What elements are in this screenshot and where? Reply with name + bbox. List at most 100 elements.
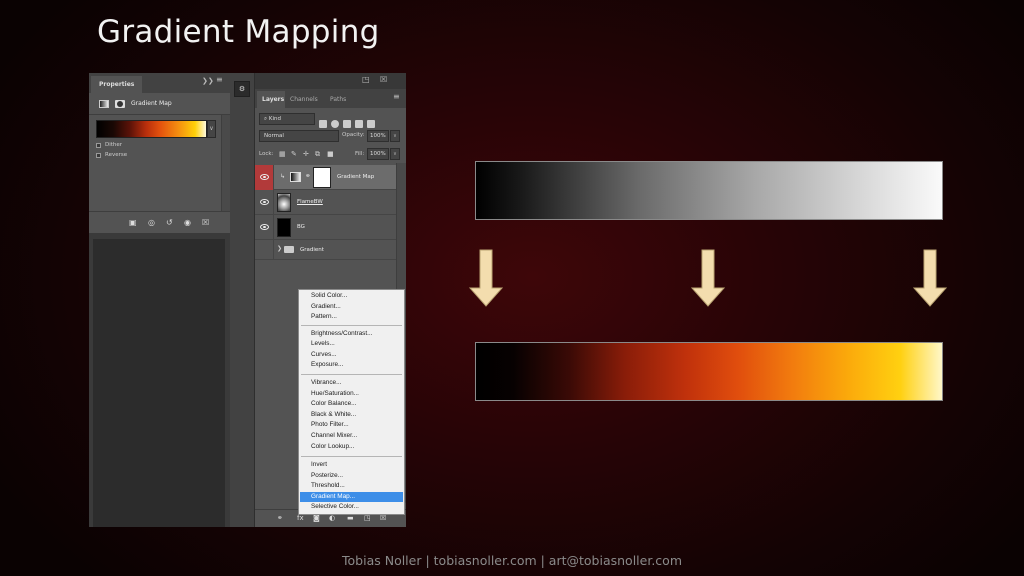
menu-separator bbox=[301, 325, 402, 326]
gradient-map-thumbnail-icon[interactable] bbox=[290, 172, 301, 182]
lock-artboard-icon[interactable]: ⧉ bbox=[315, 150, 320, 159]
clip-arrow-icon: ↳ bbox=[280, 173, 286, 180]
tab-channels[interactable]: Channels bbox=[290, 91, 318, 108]
layer-mask-thumbnail[interactable] bbox=[313, 167, 331, 188]
clip-to-layer-icon[interactable]: ▣ bbox=[129, 218, 137, 227]
blend-mode-dropdown[interactable]: Normal bbox=[259, 130, 339, 142]
fill-slider-toggle[interactable]: ∨ bbox=[390, 148, 400, 160]
lock-all-icon[interactable]: ■ bbox=[327, 150, 334, 158]
link-layers-icon[interactable]: ⚭ bbox=[277, 514, 283, 522]
menu-item-color-balance[interactable]: Color Balance... bbox=[300, 399, 403, 410]
photoshop-screenshot: Properties ❯❯ ≡ Gradient Map ∨ Dither Re… bbox=[89, 73, 406, 527]
layer-row-flamebw[interactable]: FlameBW bbox=[255, 190, 396, 215]
reset-icon[interactable]: ↺ bbox=[166, 218, 173, 227]
new-layer-icon[interactable]: ◳ bbox=[364, 514, 371, 522]
folder-icon bbox=[284, 246, 294, 253]
menu-item-gradient-map[interactable]: Gradient Map... bbox=[300, 491, 403, 503]
layers-tabbar: Layers Channels Paths ≡ bbox=[255, 89, 406, 108]
layer-name[interactable]: Gradient bbox=[300, 247, 324, 253]
opacity-slider-toggle[interactable]: ∨ bbox=[390, 130, 400, 142]
panel-dock-strip: ⚙ bbox=[230, 73, 255, 527]
menu-item-curves[interactable]: Curves... bbox=[300, 350, 403, 361]
opacity-input[interactable]: 100% bbox=[367, 130, 389, 142]
visibility-toggle[interactable] bbox=[255, 165, 274, 190]
layer-name[interactable]: Gradient Map bbox=[337, 174, 374, 180]
menu-item-selective-color[interactable]: Selective Color... bbox=[300, 502, 403, 513]
trash-icon[interactable]: ☒ bbox=[202, 218, 209, 227]
reverse-checkbox[interactable] bbox=[96, 153, 101, 158]
properties-scrollbar[interactable] bbox=[221, 115, 230, 211]
gradient-preview-swatch[interactable] bbox=[96, 120, 207, 138]
menu-separator bbox=[301, 374, 402, 375]
tab-paths[interactable]: Paths bbox=[330, 91, 346, 108]
layer-row-gradient-map[interactable]: ↳ ⚭ Gradient Map bbox=[255, 165, 396, 190]
bg-thumbnail[interactable] bbox=[277, 218, 291, 237]
layer-style-icon[interactable]: fx bbox=[297, 514, 304, 522]
panel-menu-icon[interactable]: ≡ bbox=[216, 75, 223, 84]
menu-item-levels[interactable]: Levels... bbox=[300, 339, 403, 350]
trash-icon[interactable]: ☒ bbox=[380, 75, 387, 84]
visibility-eye-icon[interactable]: ◉ bbox=[184, 218, 191, 227]
properties-panel: Properties ❯❯ ≡ Gradient Map ∨ Dither Re… bbox=[89, 73, 230, 527]
layer-name[interactable]: BG bbox=[297, 224, 305, 230]
new-group-icon[interactable]: ▬ bbox=[347, 514, 354, 522]
fill-input[interactable]: 100% bbox=[367, 148, 389, 160]
lock-transparent-icon[interactable]: ▦ bbox=[279, 150, 286, 158]
grayscale-gradient-bar bbox=[475, 161, 943, 220]
smart-object-filter-icon[interactable] bbox=[367, 120, 375, 128]
menu-item-gradient[interactable]: Gradient... bbox=[300, 302, 403, 313]
lock-position-icon[interactable]: ✛ bbox=[303, 150, 309, 158]
down-arrow-icon bbox=[912, 249, 948, 307]
dither-checkbox[interactable] bbox=[96, 143, 101, 148]
fire-gradient-bar bbox=[475, 342, 943, 401]
chain-link-icon[interactable]: ⚭ bbox=[305, 172, 311, 180]
properties-dock-icon[interactable]: ⚙ bbox=[234, 81, 250, 97]
down-arrow-icon bbox=[690, 249, 726, 307]
menu-item-color-lookup[interactable]: Color Lookup... bbox=[300, 442, 403, 453]
layer-row-gradient-group[interactable]: ❯ Gradient bbox=[255, 240, 396, 260]
layer-row-bg[interactable]: BG bbox=[255, 215, 396, 240]
menu-item-vibrance[interactable]: Vibrance... bbox=[300, 378, 403, 389]
filter-kind-dropdown[interactable]: ⌕ Kind bbox=[259, 113, 315, 125]
menu-item-pattern[interactable]: Pattern... bbox=[300, 312, 403, 323]
panel-menu-icon[interactable]: ≡ bbox=[393, 92, 400, 101]
visibility-toggle[interactable] bbox=[255, 190, 274, 215]
slide-footer: Tobias Noller | tobiasnoller.com | art@t… bbox=[342, 553, 682, 568]
view-previous-state-icon[interactable]: ◎ bbox=[148, 218, 155, 227]
new-document-icon[interactable]: ◳ bbox=[362, 75, 370, 84]
trash-icon[interactable]: ☒ bbox=[380, 514, 386, 522]
menu-item-invert[interactable]: Invert bbox=[300, 460, 403, 471]
menu-item-hue-saturation[interactable]: Hue/Saturation... bbox=[300, 389, 403, 400]
type-filter-icon[interactable] bbox=[343, 120, 351, 128]
pixel-filter-icon[interactable] bbox=[319, 120, 327, 128]
flame-thumbnail[interactable] bbox=[277, 193, 291, 212]
menu-item-solid-color[interactable]: Solid Color... bbox=[300, 291, 403, 302]
shape-filter-icon[interactable] bbox=[355, 120, 363, 128]
reverse-label: Reverse bbox=[105, 152, 128, 158]
menu-item-exposure[interactable]: Exposure... bbox=[300, 360, 403, 371]
tab-properties[interactable]: Properties bbox=[91, 76, 143, 93]
slide-title: Gradient Mapping bbox=[97, 14, 380, 50]
menu-item-threshold[interactable]: Threshold... bbox=[300, 481, 403, 492]
layer-mask-icon[interactable] bbox=[115, 100, 125, 108]
tab-layers[interactable]: Layers bbox=[257, 91, 285, 108]
down-arrow-icon bbox=[468, 249, 504, 307]
visibility-toggle[interactable] bbox=[255, 215, 274, 240]
gradient-picker-dropdown[interactable]: ∨ bbox=[207, 120, 216, 138]
menu-item-posterize[interactable]: Posterize... bbox=[300, 471, 403, 482]
menu-item-brightness-contrast[interactable]: Brightness/Contrast... bbox=[300, 329, 403, 340]
layers-top-strip: ◳ ☒ bbox=[255, 73, 406, 89]
chevron-right-icon[interactable]: ❯ bbox=[277, 245, 282, 252]
fill-label: Fill: bbox=[355, 151, 365, 157]
new-adjustment-layer-icon[interactable]: ◐ bbox=[329, 514, 335, 522]
gradient-map-adjustment-icon[interactable] bbox=[99, 100, 109, 108]
collapse-icon[interactable]: ❯❯ bbox=[202, 77, 214, 85]
layer-name[interactable]: FlameBW bbox=[297, 199, 323, 205]
menu-item-channel-mixer[interactable]: Channel Mixer... bbox=[300, 431, 403, 442]
menu-item-black-white[interactable]: Black & White... bbox=[300, 410, 403, 421]
visibility-toggle[interactable] bbox=[255, 240, 274, 260]
adjustment-filter-icon[interactable] bbox=[331, 120, 339, 128]
lock-image-icon[interactable]: ✎ bbox=[291, 150, 297, 158]
add-mask-icon[interactable]: ◙ bbox=[313, 514, 320, 522]
menu-item-photo-filter[interactable]: Photo Filter... bbox=[300, 420, 403, 431]
